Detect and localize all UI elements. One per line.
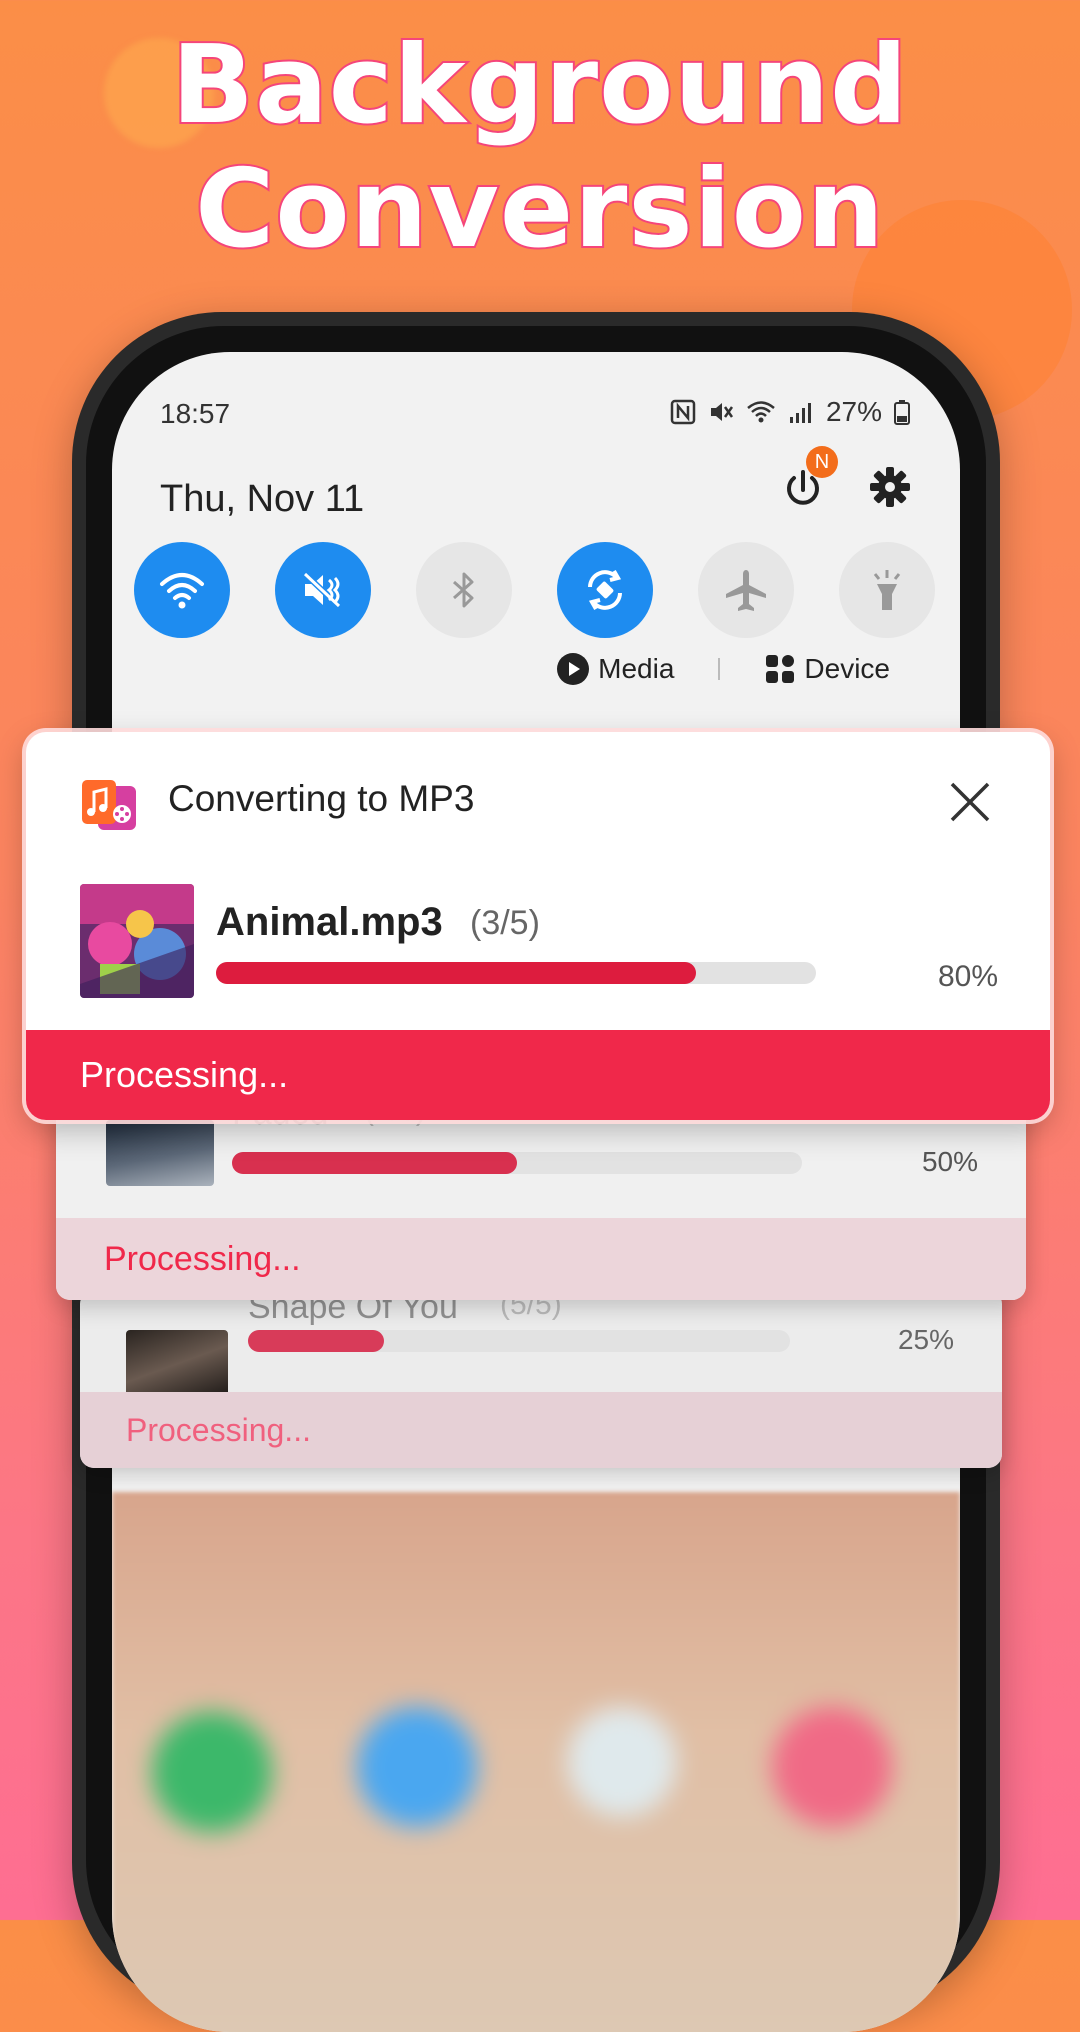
notification-counter: (3/5) [470,904,540,942]
device-grid-icon [766,655,795,683]
notification-footer: Processing... [56,1218,1026,1300]
app-icon [80,778,138,836]
blurred-home-screen [112,1492,960,2032]
notification-title: Converting to MP3 [168,778,475,819]
wifi-toggle[interactable] [134,542,230,638]
notification-file-name: Animal.mp3 [216,900,443,944]
settings-button[interactable] [868,465,912,514]
notification-card-main[interactable]: Converting to MP3 Animal.mp3 (3/5) 80% P… [26,732,1050,1120]
battery-percentage: 27% [825,396,882,427]
cell-signal-icon [788,399,814,425]
converter-app-icon [82,780,136,830]
album-art-thumbnail [126,1330,228,1398]
auto-rotate-icon [588,570,622,610]
mute-icon [708,399,734,425]
progress-percent: 80% [937,960,998,993]
nfc-icon [670,399,696,425]
progress-fill [232,1152,517,1174]
media-label: Media [598,653,675,684]
airplane-icon [726,570,766,611]
quick-panel-actions: N [778,446,912,514]
media-button[interactable]: Media [556,652,674,686]
flashlight-icon [873,570,901,610]
progress-track [232,1152,802,1174]
progress-percent: 25% [897,1324,954,1355]
processing-label: Processing... [80,1054,289,1095]
bluetooth-icon [453,572,474,608]
processing-label: Processing... [126,1411,311,1448]
notification-footer: Processing... [80,1392,1002,1468]
processing-label: Processing... [104,1239,301,1278]
status-time: 18:57 [160,398,231,429]
play-circle-icon [557,653,590,685]
quick-panel-date: Thu, Nov 11 [160,478,365,520]
battery-icon [894,399,910,425]
close-icon [950,782,990,822]
sound-toggle[interactable] [275,542,371,638]
bluetooth-toggle[interactable] [416,542,512,638]
airplane-toggle[interactable] [698,542,794,638]
status-icons: 27% [670,396,910,428]
promo-headline-line1: Background [170,23,910,148]
gear-icon [870,466,910,507]
quick-toggles [134,542,935,642]
wifi-signal-icon [746,399,776,425]
progress-track [248,1330,790,1352]
wifi-icon [160,573,204,609]
notification-badge: N [806,446,838,478]
mute-icon [300,569,344,611]
album-art-thumbnail [106,1120,214,1186]
album-art-thumbnail [80,884,194,998]
promo-headline-line2: Conversion [193,147,886,272]
progress-percent: 50% [921,1146,978,1177]
close-button[interactable] [948,780,992,824]
progress-fill [216,962,696,984]
notification-footer: Processing... [26,1030,1050,1120]
notification-card-second[interactable]: Faded (4/5) 50% Processing... [56,1094,1026,1300]
auto-rotate-toggle[interactable] [557,542,653,638]
device-button[interactable]: Device [764,653,890,685]
progress-fill [248,1330,384,1352]
power-button[interactable]: N [778,446,838,514]
notification-card-third[interactable]: Shape Of You (5/5) 25% Processing... [80,1288,1002,1468]
media-device-row: Media Device [556,652,890,686]
progress-track [216,962,816,984]
flashlight-toggle[interactable] [839,542,935,638]
device-label: Device [804,653,890,684]
